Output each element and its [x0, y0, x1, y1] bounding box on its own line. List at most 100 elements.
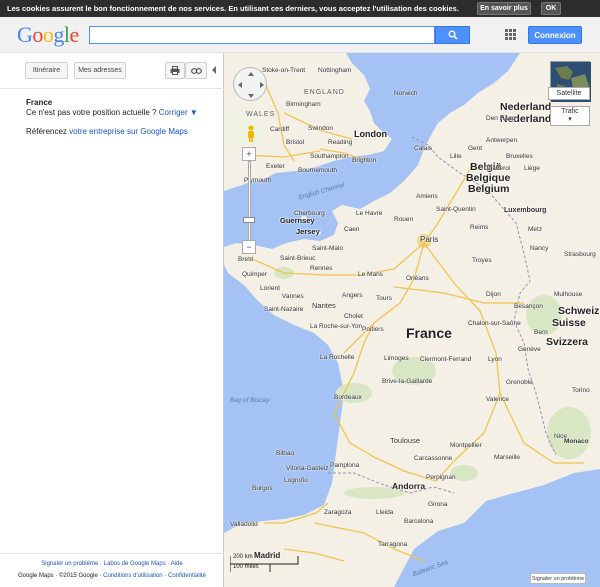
- scale-bar: 200 km 100 miles: [229, 554, 300, 574]
- apps-grid-icon[interactable]: [505, 29, 516, 40]
- map-label-bournemouth: Bournemouth: [298, 167, 338, 174]
- map-label-mulhouse: Mulhouse: [554, 291, 583, 298]
- map-label-lleida: Lleida: [376, 509, 394, 516]
- map-label-andorra: Andorra: [392, 481, 426, 491]
- business-link[interactable]: votre entreprise sur Google Maps: [69, 127, 188, 136]
- map-label-saint-nazaire: Saint-Nazaire: [264, 306, 304, 313]
- satellite-button[interactable]: Satellite: [548, 87, 590, 100]
- panel-toolbar: Itinéraire Mes adresses: [0, 53, 224, 89]
- business-listing: Référencez votre entreprise sur Google M…: [26, 127, 188, 136]
- map-label-saint-malo: Saint-Malo: [312, 245, 344, 252]
- map-label-monaco: Monaco: [564, 438, 589, 445]
- map-label-england: ENGLAND: [304, 89, 345, 96]
- map-label-angers: Angers: [342, 292, 363, 299]
- zoom-slider-thumb[interactable]: [243, 217, 255, 223]
- map-label-logrono: Logroño: [284, 477, 308, 484]
- map-label-perpignan: Perpignan: [426, 474, 456, 481]
- map-label-tours: Tours: [376, 295, 392, 302]
- link-icon: [190, 67, 202, 74]
- search-input[interactable]: [89, 26, 435, 44]
- map-label-belgium: Belgium: [468, 183, 510, 195]
- map-label-bilbao: Bilbao: [276, 450, 295, 457]
- map-label-nottingham: Nottingham: [318, 67, 352, 74]
- map-label-clermont: Clermont-Ferrand: [420, 356, 472, 363]
- map-label-bay-of-biscay: Bay of Biscay: [230, 397, 270, 404]
- map-base-layer: [224, 53, 600, 587]
- map-label-cholet: Cholet: [344, 313, 363, 320]
- map-label-suisse: Suisse: [552, 317, 586, 329]
- map-label-vannes: Vannes: [282, 293, 304, 300]
- map-label-antwerpen: Antwerpen: [486, 137, 518, 144]
- map-label-lille: Lille: [450, 153, 462, 160]
- report-problem-button[interactable]: Signaler un problème: [530, 573, 586, 584]
- map-label-lorient: Lorient: [260, 285, 280, 292]
- map-label-svizzera: Svizzera: [546, 336, 589, 348]
- scale-mi-label: 100 miles: [233, 564, 259, 570]
- map-label-liege: Liège: [524, 165, 540, 172]
- map-label-saint-brieuc: Saint-Brieuc: [280, 255, 316, 262]
- map-label-paris: Paris: [420, 235, 439, 244]
- signin-button[interactable]: Connexion: [528, 26, 582, 44]
- map-label-guernsey: Guernsey: [280, 216, 315, 225]
- map-label-la-roche: La Roche-sur-Yon: [310, 323, 363, 330]
- correct-location-link[interactable]: Corriger ▼: [159, 108, 198, 117]
- zoom-out-button[interactable]: −: [242, 240, 256, 254]
- traffic-button[interactable]: Trafic ▾: [550, 106, 590, 126]
- map-label-bordeaux: Bordeaux: [334, 394, 362, 401]
- search-button[interactable]: [435, 26, 470, 44]
- cookie-ok-button[interactable]: OK: [541, 2, 561, 15]
- print-button[interactable]: [165, 62, 185, 79]
- map-label-saint-quentin: Saint-Quentin: [436, 206, 476, 213]
- footer-legal: Google Maps · ©2015 Google · Conditions …: [17, 573, 207, 579]
- privacy-link[interactable]: Confidentialité: [168, 573, 206, 579]
- map-label-exeter: Exeter: [266, 163, 285, 170]
- map-canvas[interactable]: Stoke-on-Trent Nottingham ENGLAND Birmin…: [224, 53, 600, 587]
- map-label-besancon: Besançon: [514, 303, 543, 310]
- pegman-icon[interactable]: [246, 125, 256, 143]
- pan-arrows-icon: [238, 72, 264, 98]
- map-label-rennes: Rennes: [310, 265, 333, 272]
- location-title: France: [26, 98, 53, 107]
- map-label-brighton: Brighton: [352, 157, 377, 164]
- map-label-le-havre: Le Havre: [356, 210, 383, 217]
- map-label-birmingham: Birmingham: [286, 101, 321, 108]
- location-question: Ce n'est pas votre position actuelle ? C…: [26, 108, 198, 117]
- scale-km-label: 200 km: [233, 554, 253, 560]
- map-label-bristol: Bristol: [286, 139, 305, 146]
- map-label-chalon: Chalon-sur-Saône: [468, 320, 521, 327]
- map-label-reading: Reading: [328, 139, 353, 146]
- map-label-charleroi: Charleroi: [484, 165, 511, 172]
- map-label-lyon: Lyon: [488, 356, 502, 363]
- map-label-stoke: Stoke-on-Trent: [262, 67, 306, 74]
- map-label-cardiff: Cardiff: [270, 126, 290, 133]
- directions-button[interactable]: Itinéraire: [25, 62, 68, 79]
- google-logo[interactable]: Google: [17, 22, 79, 48]
- map-label-southampton: Southampton: [310, 153, 349, 160]
- link-button[interactable]: [185, 62, 207, 79]
- map-label-barcelona: Barcelona: [404, 518, 434, 525]
- map-label-metz: Metz: [528, 226, 543, 233]
- map-label-quimper: Quimper: [242, 271, 267, 278]
- map-label-orleans: Orléans: [406, 275, 429, 282]
- map-label-strasbourg: Strasbourg: [564, 251, 596, 258]
- map-label-toulouse: Toulouse: [390, 436, 421, 445]
- map-label-amiens: Amiens: [416, 193, 438, 200]
- my-places-button[interactable]: Mes adresses: [74, 62, 126, 79]
- zoom-slider-track[interactable]: [248, 161, 251, 241]
- collapse-panel-icon[interactable]: [212, 66, 216, 74]
- learn-more-button[interactable]: En savoir plus: [477, 2, 531, 15]
- footer-links[interactable]: Signaler un problème · Labos de Google M…: [0, 561, 224, 567]
- map-label-nancy: Nancy: [530, 245, 549, 252]
- zoom-in-button[interactable]: +: [242, 147, 256, 161]
- map-label-marseille: Marseille: [494, 454, 521, 461]
- map-label-calais: Calais: [414, 145, 433, 152]
- map-label-nantes: Nantes: [312, 301, 336, 310]
- map-label-jersey: Jersey: [296, 227, 320, 236]
- map-label-tarragona: Tarragona: [378, 541, 408, 548]
- map-label-dijon: Dijon: [486, 291, 501, 298]
- header: Google Connexion: [0, 17, 600, 53]
- pan-control[interactable]: [233, 67, 267, 101]
- map-label-carcassonne: Carcassonne: [414, 455, 453, 462]
- terms-link[interactable]: Conditions d'utilisation: [103, 573, 163, 579]
- map-label-girona: Girona: [428, 501, 448, 508]
